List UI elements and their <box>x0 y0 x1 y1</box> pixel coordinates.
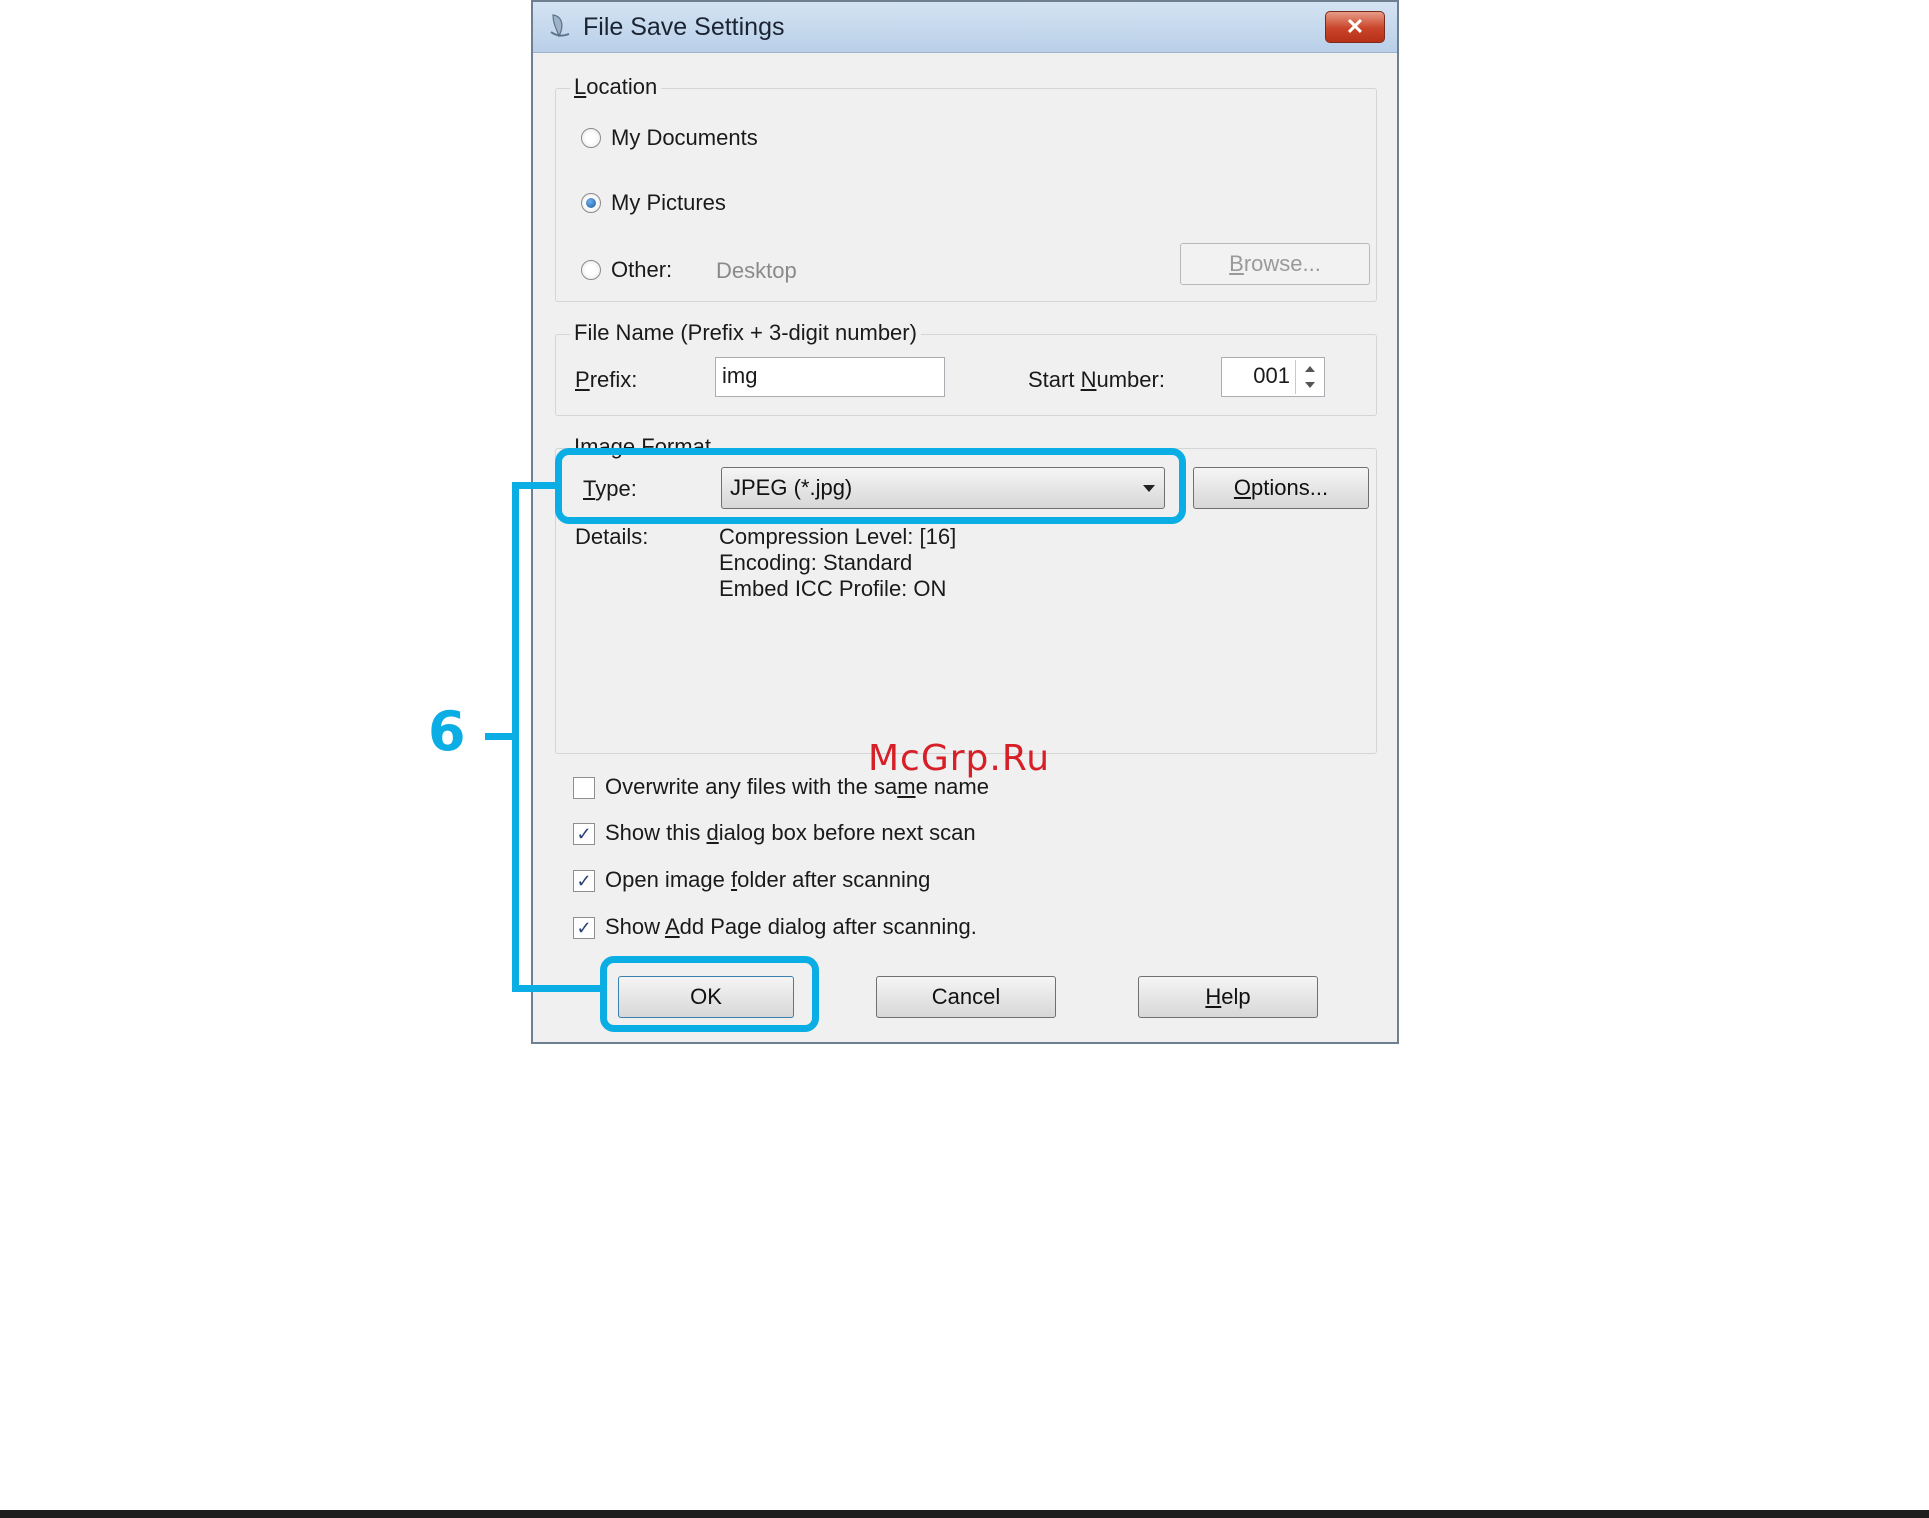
spin-down-icon[interactable] <box>1304 381 1316 389</box>
page-bottom-rule <box>0 1510 1929 1518</box>
checkbox-open-folder[interactable]: ✓ <box>573 870 595 892</box>
location-group-label: Location <box>570 74 662 100</box>
checkbox-show-dialog[interactable]: ✓ <box>573 823 595 845</box>
help-button[interactable]: Help <box>1138 976 1318 1018</box>
checkbox-open-folder-label: Open image folder after scanning <box>605 867 931 892</box>
radio-my-documents-label: My Documents <box>611 125 758 150</box>
checkbox-add-page-label: Show Add Page dialog after scanning. <box>605 914 977 939</box>
details-line: Encoding: Standard <box>719 550 913 575</box>
callout-line-bottom <box>512 985 603 992</box>
start-number-stepper[interactable] <box>1295 360 1324 394</box>
cancel-button[interactable]: Cancel <box>876 976 1056 1018</box>
details-line: Embed ICC Profile: ON <box>719 576 947 601</box>
ok-highlight-box <box>600 956 819 1032</box>
radio-my-pictures-label: My Pictures <box>611 190 726 215</box>
radio-other-label: Other: <box>611 257 673 282</box>
prefix-label: Prefix: <box>575 367 638 392</box>
callout-line-vertical <box>512 482 519 992</box>
radio-my-pictures[interactable] <box>581 193 601 213</box>
dialog-title: File Save Settings <box>583 13 785 41</box>
details-label: Details: <box>575 524 649 549</box>
close-icon: ✕ <box>1345 14 1365 39</box>
close-button[interactable]: ✕ <box>1325 11 1385 43</box>
title-bar: File Save Settings ✕ <box>533 2 1397 53</box>
file-name-group-label: File Name (Prefix + 3-digit number) <box>570 320 921 346</box>
checkbox-show-dialog-label: Show this dialog box before next scan <box>605 820 976 845</box>
radio-my-documents[interactable] <box>581 128 601 148</box>
step-number: 6 <box>428 700 466 763</box>
spin-up-icon[interactable] <box>1304 365 1316 373</box>
details-list: Compression Level: [16] Encoding: Standa… <box>719 524 956 602</box>
checkbox-add-page[interactable]: ✓ <box>573 917 595 939</box>
prefix-input[interactable]: img <box>715 357 945 397</box>
watermark: McGrp.Ru <box>868 738 1051 779</box>
type-highlight-box <box>555 448 1186 524</box>
other-location-value: Desktop <box>716 258 797 283</box>
scanner-app-icon <box>550 14 570 38</box>
callout-line-step <box>485 733 513 740</box>
checkbox-overwrite[interactable] <box>573 777 595 799</box>
details-line: Compression Level: [16] <box>719 524 957 549</box>
options-button[interactable]: Options... <box>1193 467 1369 509</box>
browse-button[interactable]: Browse... <box>1180 243 1370 285</box>
start-number-label: Start Number: <box>1028 367 1165 392</box>
radio-other[interactable] <box>581 260 601 280</box>
